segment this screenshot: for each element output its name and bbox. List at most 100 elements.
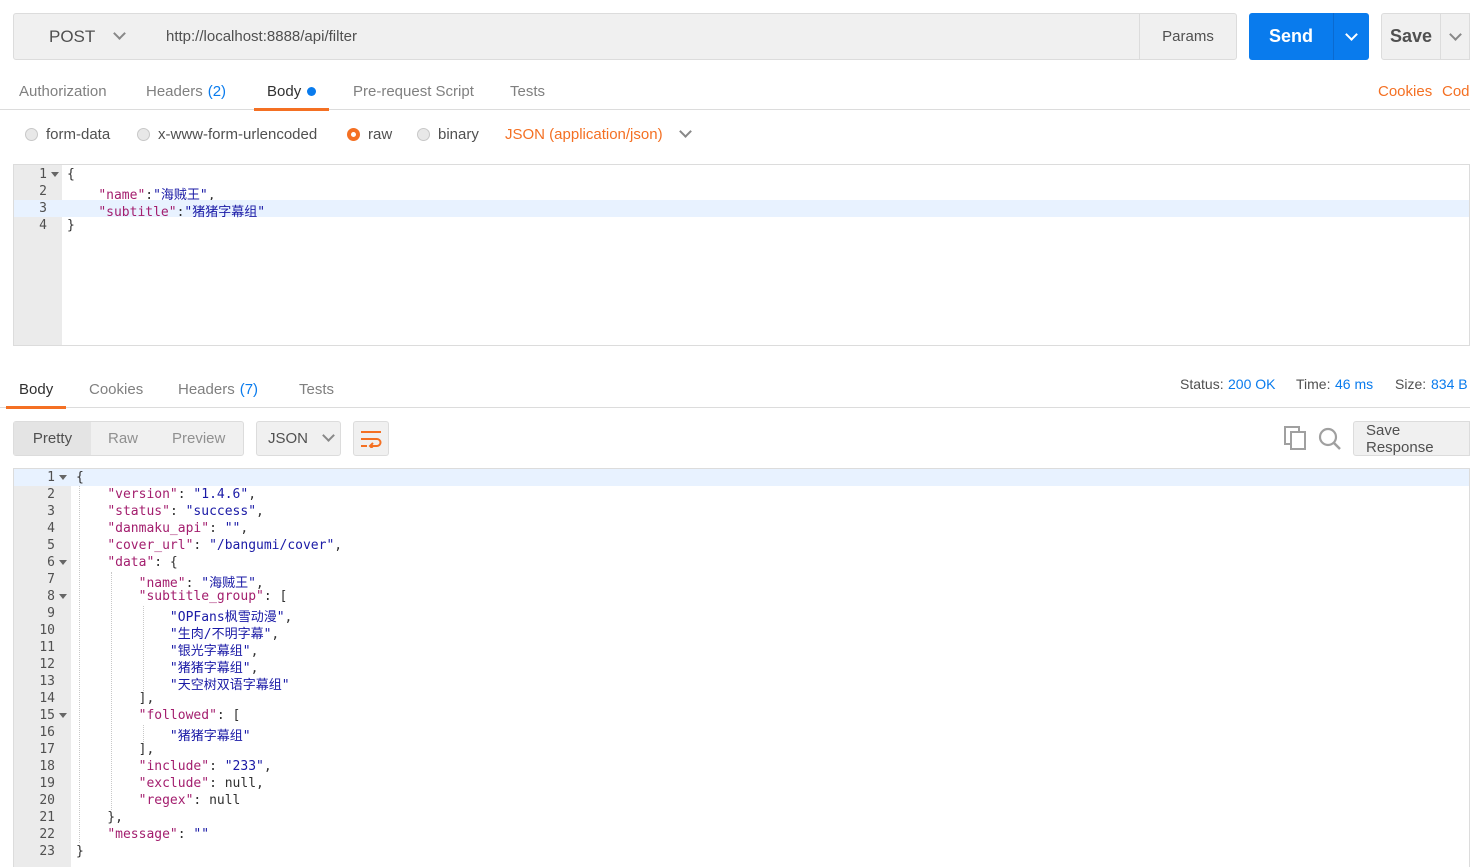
- line-number: 15: [39, 708, 55, 723]
- url-input[interactable]: http://localhost:8888/api/filter: [152, 13, 1140, 60]
- json-string: "": [193, 827, 210, 842]
- json-string: "/bangumi/cover": [209, 538, 335, 553]
- json-key: "exclude": [138, 776, 210, 791]
- fold-arrow-icon[interactable]: [51, 172, 59, 177]
- radio-raw[interactable]: raw: [347, 122, 392, 146]
- radio-circle-icon: [25, 127, 38, 141]
- size-value[interactable]: 834 B: [1431, 376, 1468, 392]
- json-punct: [76, 521, 107, 536]
- radio-label: raw: [368, 125, 393, 143]
- tab-prerequest-script[interactable]: Pre-request Script: [353, 72, 474, 110]
- save-dropdown-button[interactable]: [1440, 13, 1470, 60]
- json-punct: : [: [263, 589, 288, 604]
- save-response-button[interactable]: Save Response: [1353, 421, 1470, 456]
- line-number: 11: [39, 640, 55, 655]
- json-key: "followed": [138, 708, 217, 723]
- search-icon[interactable]: [1318, 427, 1342, 456]
- json-punct: {: [76, 470, 84, 485]
- radio-binary[interactable]: binary: [417, 122, 479, 146]
- radio-urlencoded[interactable]: x-www-form-urlencoded: [137, 122, 317, 146]
- time-value[interactable]: 46 ms: [1335, 376, 1373, 392]
- line-number: 4: [39, 218, 47, 233]
- preview-button[interactable]: Preview: [172, 422, 225, 455]
- chevron-down-icon: [1448, 28, 1462, 41]
- line-number: 22: [39, 827, 55, 842]
- code-line: "followed": [: [76, 708, 241, 723]
- json-punct: [76, 504, 107, 519]
- method-dropdown[interactable]: POST: [13, 13, 153, 60]
- send-dropdown-button[interactable]: [1333, 13, 1369, 60]
- headers-count: (7): [239, 380, 259, 398]
- fold-arrow-icon[interactable]: [59, 560, 67, 565]
- fold-arrow-icon[interactable]: [59, 594, 67, 599]
- json-punct: }: [67, 218, 75, 233]
- json-punct: [76, 487, 107, 502]
- radio-form-data[interactable]: form-data: [25, 122, 110, 146]
- time-label: Time:: [1296, 376, 1331, 392]
- json-punct: ],: [76, 742, 155, 757]
- json-key: "version": [107, 487, 178, 502]
- tab-tests[interactable]: Tests: [510, 72, 545, 110]
- status-label: Status:: [1180, 376, 1224, 392]
- json-punct: :: [169, 504, 186, 519]
- cookies-link[interactable]: Cookies: [1378, 83, 1432, 100]
- fold-arrow-icon[interactable]: [59, 475, 67, 480]
- status-value[interactable]: 200 OK: [1228, 376, 1275, 392]
- pretty-button[interactable]: Pretty: [14, 422, 91, 455]
- tab-response-tests[interactable]: Tests: [299, 370, 334, 408]
- json-punct: {: [67, 167, 75, 182]
- send-button[interactable]: Send: [1249, 13, 1333, 60]
- tab-label: Pre-request Script: [353, 82, 474, 100]
- line-number: 3: [39, 201, 47, 216]
- code-line: "exclude": null,: [76, 776, 264, 791]
- tab-headers[interactable]: Headers (2): [146, 72, 226, 110]
- tab-label: Headers: [178, 380, 235, 398]
- wrap-lines-button[interactable]: [353, 421, 389, 456]
- params-button[interactable]: Params: [1139, 13, 1237, 60]
- content-type-label: JSON (application/json): [505, 125, 663, 143]
- json-punct: ,: [240, 521, 249, 536]
- tab-label: Cookies: [89, 380, 144, 398]
- line-number: 5: [47, 538, 55, 553]
- code-line: },: [76, 810, 123, 825]
- code-line: }: [76, 844, 84, 859]
- code-line: "subtitle_group": [: [76, 589, 288, 604]
- json-punct: [76, 555, 107, 570]
- json-punct: :: [209, 759, 225, 774]
- tab-label: Body: [267, 82, 302, 100]
- response-body-viewer[interactable]: 1 {2 "version": "1.4.6", 3 "status": "succ…: [13, 468, 1470, 867]
- save-button[interactable]: Save: [1381, 13, 1441, 60]
- content-type-dropdown[interactable]: JSON (application/json): [505, 122, 692, 146]
- code-line: ],: [76, 691, 155, 706]
- json-key: "subtitle_group": [138, 589, 264, 604]
- json-punct: [76, 827, 107, 842]
- tab-response-headers[interactable]: Headers (7): [178, 370, 258, 408]
- tab-body[interactable]: Body: [253, 72, 330, 111]
- line-number: 13: [39, 674, 55, 689]
- tab-response-body[interactable]: Body: [5, 370, 67, 409]
- code-line: {: [67, 167, 75, 182]
- size-label: Size:: [1395, 376, 1427, 392]
- wrap-icon: [361, 430, 382, 448]
- fold-arrow-icon[interactable]: [59, 713, 67, 718]
- code-line: ],: [76, 742, 155, 757]
- chevron-down-icon: [322, 429, 335, 442]
- json-punct: [76, 759, 139, 774]
- tab-authorization[interactable]: Authorization: [19, 72, 107, 110]
- request-body-editor[interactable]: 1{2 "name":"海贼王", 3 "subtitle":"猪猪字幕组" 4}: [13, 164, 1470, 346]
- request-tabs: Authorization Headers (2) Body Pre-reques…: [0, 72, 1470, 111]
- json-string: "": [224, 521, 241, 536]
- json-punct: ,: [271, 627, 280, 642]
- json-punct: :: [177, 487, 194, 502]
- tab-response-cookies[interactable]: Cookies: [89, 370, 143, 408]
- code-line: "danmaku_api": "",: [76, 521, 248, 536]
- indent-guide: [79, 486, 80, 843]
- raw-button[interactable]: Raw: [108, 422, 138, 455]
- copy-icon[interactable]: [1284, 426, 1306, 455]
- language-dropdown[interactable]: JSON: [256, 421, 341, 456]
- line-number: 1: [47, 470, 55, 485]
- code-link[interactable]: Cod: [1442, 83, 1470, 100]
- json-key: "regex": [138, 793, 194, 808]
- json-punct: : {: [154, 555, 178, 570]
- method-label: POST: [49, 26, 96, 46]
